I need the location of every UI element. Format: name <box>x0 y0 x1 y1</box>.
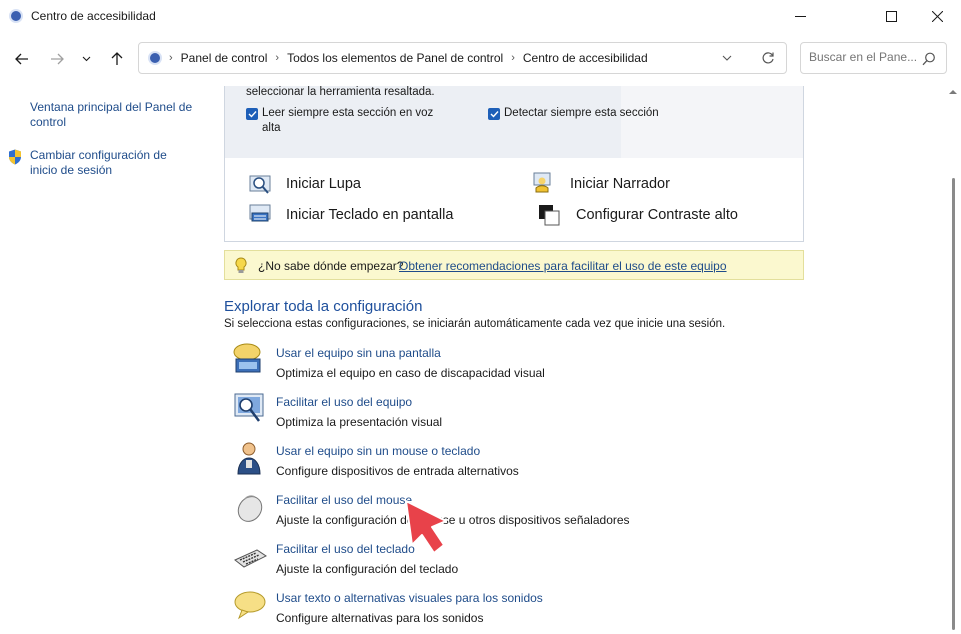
chevron-right-icon: › <box>511 52 515 64</box>
main-content: seleccionar la herramienta resaltada. Le… <box>224 86 944 634</box>
scroll-up-icon[interactable] <box>948 88 958 96</box>
sidebar-item-label: control <box>30 115 67 129</box>
close-button[interactable] <box>914 0 960 32</box>
read-aloud-label: Leer siempre esta sección en voz alta <box>262 106 433 136</box>
onscreen-keyboard-icon <box>249 204 271 222</box>
start-narrator-link[interactable]: Iniciar Narrador <box>570 176 670 192</box>
breadcrumb-item[interactable]: Panel de control <box>181 51 268 65</box>
item-description: Ajuste la configuración del mouse u otro… <box>276 513 630 527</box>
start-onscreen-keyboard-link[interactable]: Iniciar Teclado en pantalla <box>286 207 453 223</box>
ease-keyboard-use-link[interactable]: Facilitar el uso del teclado <box>276 542 415 556</box>
use-without-display-link[interactable]: Usar el equipo sin una pantalla <box>276 346 441 360</box>
sidebar-item-change-signin-settings[interactable]: Cambiar configuración de inicio de sesió… <box>30 148 167 178</box>
section-title: Explorar toda la configuración <box>224 298 423 315</box>
ease-mouse-use-link[interactable]: Facilitar el uso del mouse <box>276 493 412 507</box>
control-panel-icon <box>9 9 23 23</box>
sidebar: Ventana principal del Panel de control C… <box>0 90 205 634</box>
search-input[interactable] <box>809 50 917 64</box>
keyboard-icon <box>234 549 267 568</box>
forward-button[interactable] <box>46 48 68 70</box>
chevron-right-icon: › <box>275 52 280 64</box>
maximize-icon <box>885 10 897 22</box>
detect-section-label: Detectar siempre esta sección <box>504 107 659 119</box>
title-bar: Centro de accesibilidad <box>0 0 961 32</box>
uac-shield-icon <box>9 149 21 165</box>
pointer-arrow-icon <box>405 500 447 554</box>
text-alternatives-for-sounds-link[interactable]: Usar texto o alternativas visuales para … <box>276 591 543 605</box>
get-recommendations-link[interactable]: Obtener recomendaciones para facilitar e… <box>399 259 727 273</box>
mouse-icon <box>237 495 263 522</box>
refresh-icon <box>762 52 774 64</box>
start-magnifier-link[interactable]: Iniciar Lupa <box>286 176 361 192</box>
section-description: Si selecciona estas configuraciones, se … <box>224 318 726 330</box>
lightbulb-icon <box>235 257 247 273</box>
checkbox-label-line: alta <box>262 122 281 134</box>
read-aloud-checkbox[interactable] <box>246 108 258 120</box>
monitor-magnifier-icon <box>234 393 264 422</box>
sidebar-item-label: inicio de sesión <box>30 163 113 177</box>
search-icon <box>922 52 935 66</box>
search-box[interactable] <box>800 42 947 74</box>
chevron-down-icon <box>722 55 732 61</box>
hint-question: ¿No sabe dónde empezar? <box>258 259 404 273</box>
ease-of-use-link[interactable]: Facilitar el uso del equipo <box>276 395 412 409</box>
configure-high-contrast-link[interactable]: Configurar Contraste alto <box>576 207 738 223</box>
arrow-left-icon <box>15 53 28 65</box>
arrow-up-icon <box>111 52 123 65</box>
vertical-scrollbar[interactable] <box>945 86 961 634</box>
panel-header-area <box>621 86 803 158</box>
breadcrumb-item[interactable]: Centro de accesibilidad <box>523 51 648 65</box>
chevron-right-icon: › <box>169 52 173 64</box>
check-icon <box>248 111 257 118</box>
magnifier-icon <box>249 175 271 194</box>
breadcrumb: › Panel de control › Todos los elementos… <box>169 51 648 65</box>
address-bar[interactable]: › Panel de control › Todos los elementos… <box>138 42 787 74</box>
recommendation-hint: ¿No sabe dónde empezar? Obtener recomend… <box>224 250 804 280</box>
item-description: Ajuste la configuración del teclado <box>276 562 459 576</box>
chevron-down-icon <box>82 56 90 62</box>
control-panel-icon <box>148 51 162 65</box>
check-icon <box>490 111 499 118</box>
breadcrumb-item[interactable]: Todos los elementos de Panel de control <box>287 51 503 65</box>
item-description: Optimiza la presentación visual <box>276 415 443 429</box>
high-contrast-icon <box>539 205 560 226</box>
item-description: Optimiza el equipo en caso de discapacid… <box>276 366 545 380</box>
sidebar-item-label: Ventana principal del Panel de <box>30 100 193 114</box>
recent-locations-button[interactable] <box>77 48 95 70</box>
arrow-right-icon <box>51 53 64 65</box>
close-icon <box>931 10 943 22</box>
item-description: Configure dispositivos de entrada altern… <box>276 464 519 478</box>
address-dropdown-button[interactable] <box>722 51 732 68</box>
scrollbar-thumb[interactable] <box>952 178 955 630</box>
sidebar-item-control-panel-home[interactable]: Ventana principal del Panel de control <box>30 100 192 130</box>
minimize-icon <box>794 15 806 17</box>
use-without-mouse-keyboard-link[interactable]: Usar el equipo sin un mouse o teclado <box>276 444 480 458</box>
quick-access-panel: seleccionar la herramienta resaltada. Le… <box>224 86 804 242</box>
person-icon <box>237 442 261 475</box>
sidebar-item-label: Cambiar configuración de <box>30 148 167 162</box>
refresh-button[interactable] <box>761 51 775 68</box>
maximize-button[interactable] <box>868 0 914 32</box>
panel-partial-text: seleccionar la herramienta resaltada. <box>246 86 435 98</box>
detect-section-checkbox[interactable] <box>488 108 500 120</box>
speech-bubble-icon <box>234 591 266 620</box>
item-description: Configure alternativas para los sonidos <box>276 611 484 625</box>
window-title: Centro de accesibilidad <box>31 9 156 23</box>
up-button[interactable] <box>106 48 128 70</box>
minimize-button[interactable] <box>777 0 823 32</box>
narrator-icon <box>533 172 551 193</box>
checkbox-label-line: Leer siempre esta sección en voz <box>262 107 434 119</box>
no-display-icon <box>233 343 261 373</box>
back-button[interactable] <box>11 48 33 70</box>
